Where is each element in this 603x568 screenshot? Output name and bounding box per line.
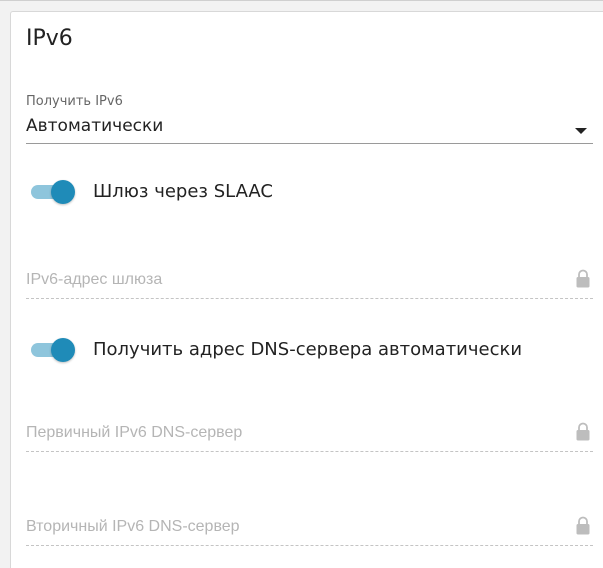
secondary-dns-field: Вторичный IPv6 DNS-сервер [26, 516, 593, 554]
field-dashed-underline [26, 545, 593, 546]
ipv6-settings-card: IPv6 Получить IPv6 Автоматически Шлюз че… [10, 11, 603, 568]
obtain-ipv6-label: Получить IPv6 [26, 94, 123, 109]
field-dashed-underline [26, 451, 593, 452]
select-underline [26, 143, 593, 144]
slaac-gateway-label: Шлюз через SLAAC [93, 181, 273, 202]
toggle-knob[interactable] [51, 338, 75, 362]
dns-auto-toggle[interactable] [31, 338, 75, 362]
secondary-dns-placeholder: Вторичный IPv6 DNS-сервер [26, 518, 240, 535]
slaac-gateway-toggle[interactable] [31, 180, 75, 204]
lock-icon [576, 269, 590, 288]
dropdown-arrow-icon[interactable] [575, 128, 587, 134]
dns-auto-label: Получить адрес DNS-сервера автоматически [93, 339, 523, 360]
gateway-address-field: IPv6-адрес шлюза [26, 269, 593, 307]
lock-icon [576, 422, 590, 441]
page-background: IPv6 Получить IPv6 Автоматически Шлюз че… [0, 0, 603, 568]
section-title: IPv6 [26, 26, 73, 51]
gateway-address-placeholder: IPv6-адрес шлюза [26, 271, 163, 288]
obtain-ipv6-value[interactable]: Автоматически [26, 116, 163, 136]
toggle-knob[interactable] [51, 180, 75, 204]
lock-icon [576, 516, 590, 535]
field-dashed-underline [26, 298, 593, 299]
primary-dns-placeholder: Первичный IPv6 DNS-сервер [26, 424, 243, 441]
primary-dns-field: Первичный IPv6 DNS-сервер [26, 422, 593, 460]
